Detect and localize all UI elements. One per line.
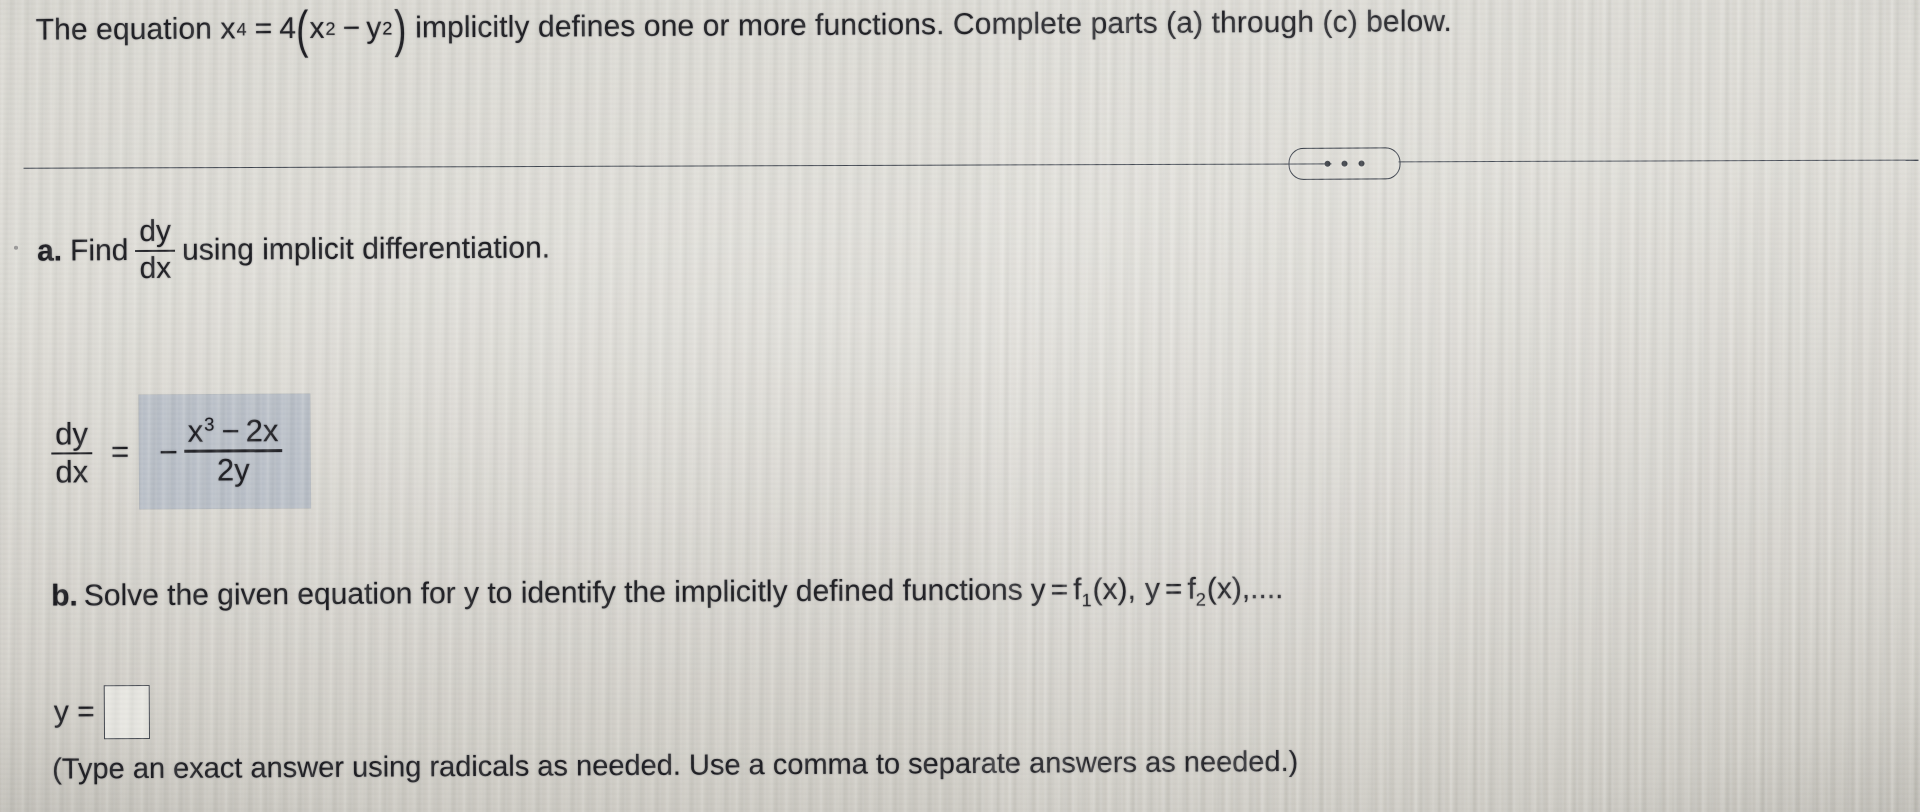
func1-argument: (x), xyxy=(1092,572,1137,607)
part-b-answer-label: y = xyxy=(53,695,95,729)
func2-index: 2 xyxy=(1195,589,1206,610)
answer-num-exponent: 3 xyxy=(204,413,215,435)
part-b-prompt: b. Solve the given equation for y to iden… xyxy=(51,572,1284,614)
answer-fraction-numerator: x3−2x xyxy=(184,413,283,450)
artifact-dot xyxy=(14,245,19,250)
func1-index: 1 xyxy=(1081,590,1092,611)
part-a-answer-box[interactable]: − x3−2x 2y xyxy=(138,393,311,510)
part-a-derivative-denominator: dx xyxy=(139,251,172,286)
part-a-derivative: dy dx xyxy=(135,214,176,286)
problem-statement: The equation x 4 = 4(x 2− y 2) implicitly defi… xyxy=(35,0,1452,59)
more-dot-2-icon xyxy=(1341,160,1348,167)
screenshot-root: The equation x 4 = 4(x 2− y 2) implicitly defi… xyxy=(0,0,1920,812)
part-a-text-before: Find xyxy=(69,233,129,267)
equation-term1-base: x xyxy=(309,11,325,45)
statement-suffix: implicitly defines one or more functions… xyxy=(406,4,1452,45)
equation-paren-close: ) xyxy=(393,0,407,58)
func2-equals: = xyxy=(1164,572,1183,606)
part-a-derivative-numerator: dy xyxy=(139,214,172,249)
equation-minus: − xyxy=(342,11,361,45)
equation-lhs-base: x xyxy=(220,12,236,46)
answer-num-minus: − xyxy=(221,413,240,449)
part-b-label: b. xyxy=(51,579,78,613)
equation-equals: = xyxy=(254,12,273,46)
func2-name: f xyxy=(1187,572,1196,606)
more-dot-3-icon xyxy=(1358,160,1365,167)
equation-paren-open: ( xyxy=(296,0,309,59)
problem-equation: x 4 = 4(x 2− y 2) xyxy=(220,0,407,59)
answer-lhs-numerator: dy xyxy=(55,415,89,452)
answer-lhs-derivative: dy dx xyxy=(51,415,93,490)
answer-negative-sign: − xyxy=(159,433,178,470)
part-a-text-after: using implicit differentiation. xyxy=(182,231,551,267)
part-b-answer-input[interactable] xyxy=(103,684,150,740)
part-b-func1: y = f1(x), xyxy=(1030,572,1137,611)
divider-rule-right xyxy=(1398,159,1919,163)
part-b-hint: (Type an exact answer using radicals as … xyxy=(52,745,1299,786)
part-b-func2: y = f2(x),.... xyxy=(1144,572,1284,610)
statement-prefix: The equation xyxy=(35,12,221,47)
part-a-label: a. xyxy=(36,233,63,268)
answer-lhs-denominator: dx xyxy=(55,453,89,490)
answer-equals-sign: = xyxy=(110,434,130,470)
func2-argument: (x),.... xyxy=(1206,572,1284,606)
more-dot-1-icon xyxy=(1324,160,1331,167)
section-divider xyxy=(0,144,1919,200)
part-a-prompt: a. Find dy dx using implicit differentia… xyxy=(37,215,550,285)
func1-y: y xyxy=(1030,573,1046,607)
func1-equals: = xyxy=(1050,573,1069,607)
part-b-answer-row: y = xyxy=(53,684,150,740)
page-content: The equation x 4 = 4(x 2− y 2) implicitly defi… xyxy=(0,0,1920,812)
equation-term2-base: y xyxy=(366,11,382,45)
part-b-text: Solve the given equation for y to identi… xyxy=(83,573,1023,613)
more-options-button[interactable] xyxy=(1288,147,1401,180)
answer-fraction-denominator: 2y xyxy=(216,452,250,488)
func2-y: y xyxy=(1144,572,1161,606)
answer-num-base: x xyxy=(187,413,204,450)
divider-rule-left xyxy=(23,163,1332,169)
answer-num-tail: 2x xyxy=(245,413,279,449)
answer-fraction: x3−2x 2y xyxy=(183,413,283,488)
equation-coefficient: 4 xyxy=(279,12,297,46)
part-a-answer-row: dy dx = − x3−2x 2y xyxy=(44,393,311,510)
